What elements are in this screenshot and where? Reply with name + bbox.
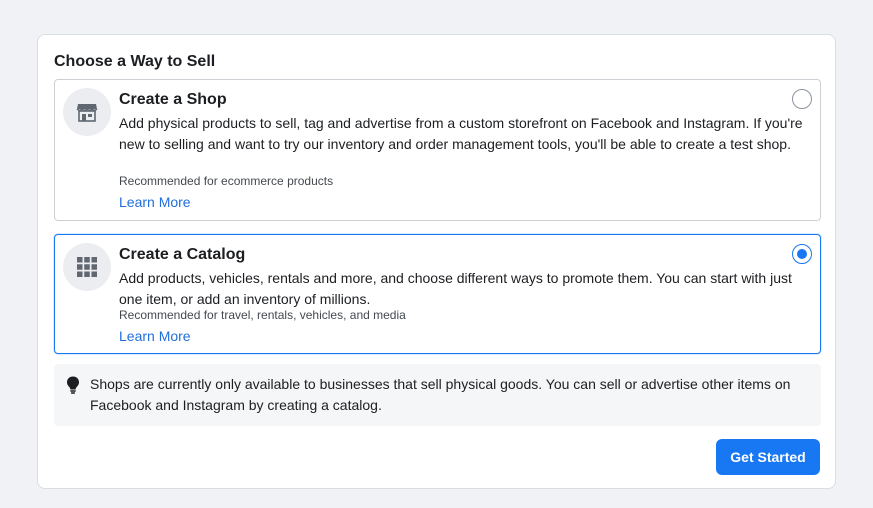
notice-text: Shops are currently only available to bu… xyxy=(90,376,791,413)
choose-way-to-sell-card: Choose a Way to Sell Create a Shop Add p… xyxy=(37,34,836,489)
get-started-button[interactable]: Get Started xyxy=(716,439,820,475)
radio-create-shop[interactable] xyxy=(792,89,812,109)
learn-more-link[interactable]: Learn More xyxy=(119,327,191,345)
option-title: Create a Shop xyxy=(119,91,227,108)
option-recommendation: Recommended for ecommerce products xyxy=(119,174,334,188)
option-create-shop[interactable]: Create a Shop Add physical products to s… xyxy=(54,79,821,221)
grid-icon xyxy=(63,243,111,291)
option-create-catalog[interactable]: Create a Catalog Add products, vehicles,… xyxy=(54,234,821,354)
info-notice: Shops are currently only available to bu… xyxy=(54,364,821,426)
option-title: Create a Catalog xyxy=(119,246,246,263)
card-title: Choose a Way to Sell xyxy=(54,53,216,70)
lightbulb-icon xyxy=(67,376,79,394)
radio-create-catalog[interactable] xyxy=(792,244,812,264)
option-description: Add physical products to sell, tag and a… xyxy=(119,115,803,152)
learn-more-link[interactable]: Learn More xyxy=(119,193,191,211)
option-recommendation: Recommended for travel, rentals, vehicle… xyxy=(119,308,406,322)
option-description: Add products, vehicles, rentals and more… xyxy=(119,270,792,307)
storefront-icon xyxy=(63,88,111,136)
